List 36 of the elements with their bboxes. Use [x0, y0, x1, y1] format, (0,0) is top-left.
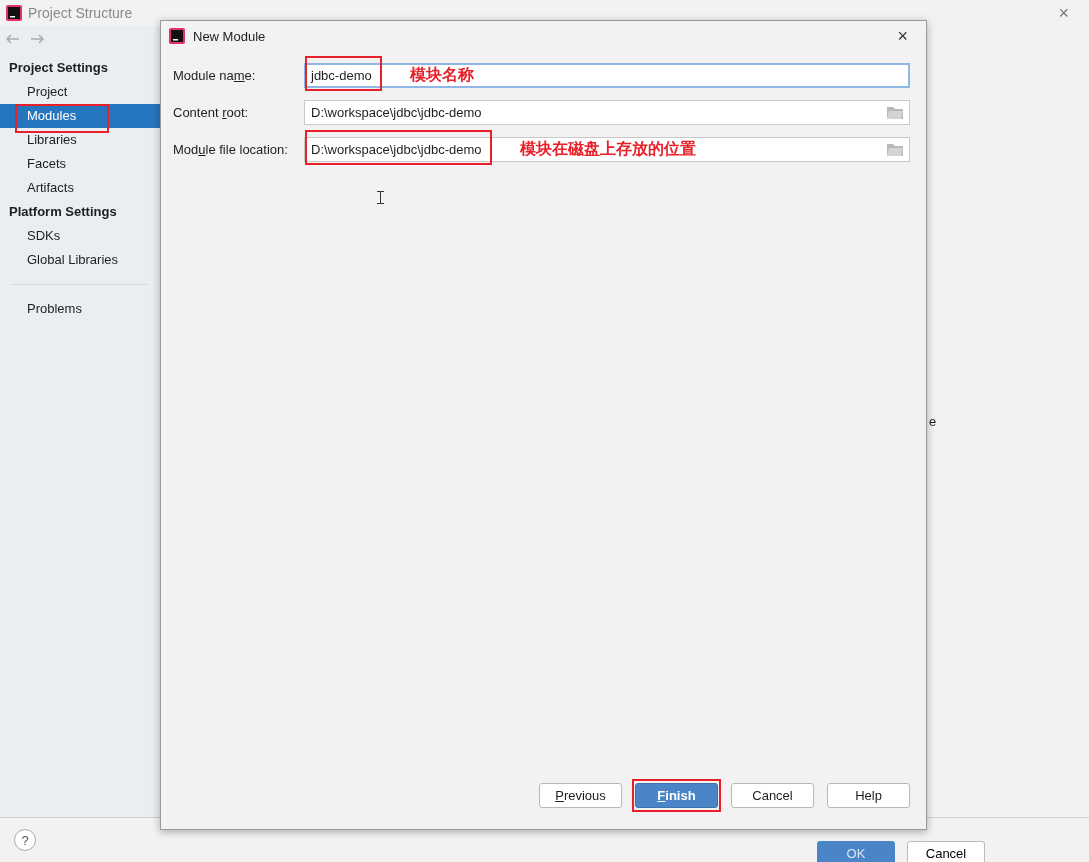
sidebar-item[interactable]: Artifacts — [0, 176, 160, 200]
dialog-button[interactable]: Help — [827, 783, 910, 808]
section-heading: Platform Settings — [8, 203, 118, 221]
dialog-title: New Module — [193, 28, 267, 44]
sidebar-item[interactable]: Libraries — [0, 128, 160, 152]
section-heading: Project Settings — [8, 59, 109, 77]
input-field[interactable]: jdbc-demo 模块名称 — [304, 63, 910, 88]
app-logo-icon — [6, 5, 22, 21]
input-field[interactable]: D:\workspace\jdbc\jdbc-demo 模块在磁盘上存放的位置 — [304, 137, 910, 162]
dialog-button[interactable]: Finish — [635, 783, 718, 808]
folder-icon[interactable] — [887, 106, 903, 119]
text-cursor-icon — [377, 191, 384, 204]
close-icon[interactable]: × — [897, 25, 908, 47]
sidebar-item[interactable]: Project — [0, 80, 160, 104]
app-logo-icon — [169, 28, 185, 44]
field-label: Module name: — [173, 68, 257, 83]
field-label: Module file location: — [173, 142, 289, 157]
folder-icon[interactable] — [887, 143, 903, 156]
help-button[interactable]: ? — [14, 829, 36, 851]
close-icon[interactable]: × — [1058, 4, 1069, 22]
sidebar-item[interactable]: Problems — [0, 297, 160, 321]
cancel-button[interactable]: Cancel — [907, 841, 985, 862]
forward-arrow-icon[interactable] — [30, 34, 44, 44]
field-label: Content root: — [173, 105, 250, 120]
sidebar-item[interactable]: SDKs — [0, 224, 160, 248]
label-text: e — [929, 414, 937, 429]
dialog-button[interactable]: Previous — [539, 783, 622, 808]
sidebar-item[interactable]: Modules — [0, 104, 160, 128]
annotation-text: 模块在磁盘上存放的位置 — [519, 139, 696, 159]
dialog-button[interactable]: Cancel — [731, 783, 814, 808]
back-arrow-icon[interactable] — [6, 34, 20, 44]
sidebar-item[interactable]: Facets — [0, 152, 160, 176]
annotation-text: 模块名称 — [409, 65, 474, 85]
input-field[interactable]: D:\workspace\jdbc\jdbc-demo — [304, 100, 910, 125]
window-title: Project Structure — [28, 5, 134, 21]
sidebar-item[interactable]: Global Libraries — [0, 248, 160, 272]
